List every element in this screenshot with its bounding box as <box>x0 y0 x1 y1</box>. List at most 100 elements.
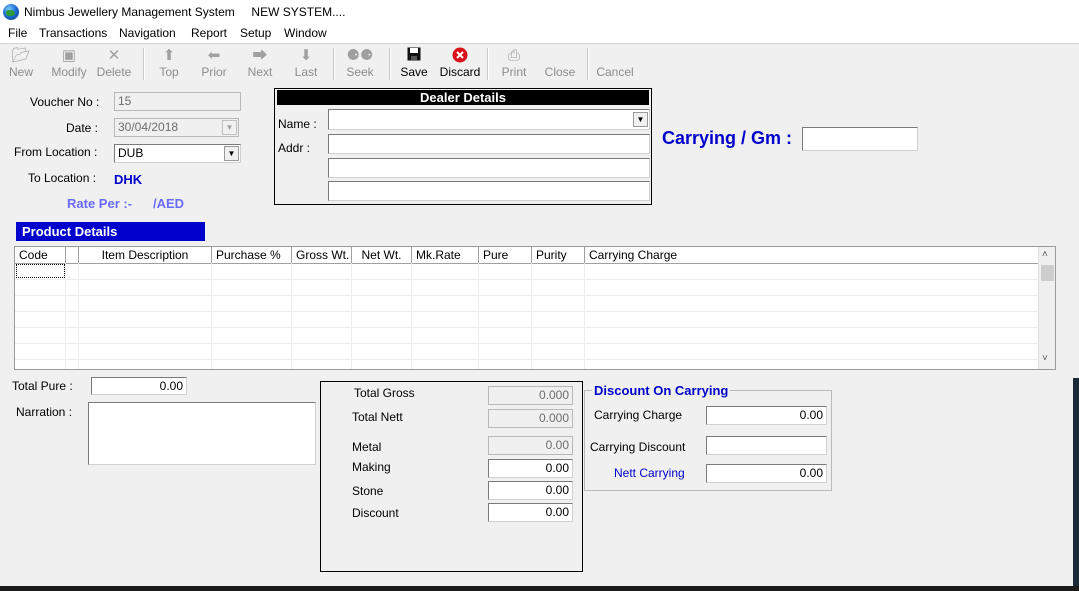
total-gross-field[interactable]: 0.000 <box>488 386 573 405</box>
col-mk-rate[interactable]: Mk.Rate <box>412 247 479 263</box>
narration-textarea[interactable] <box>88 402 316 465</box>
dealer-addr-label: Addr : <box>278 141 311 155</box>
last-button[interactable]: ⬇︎ Last <box>283 47 329 81</box>
background-edge <box>0 586 1079 591</box>
col-item-description[interactable]: Item Description <box>79 247 212 263</box>
print-button[interactable]: ⎙ Print <box>491 47 537 81</box>
close-button[interactable]: Close <box>537 47 583 81</box>
next-button[interactable]: ⮕ Next <box>237 47 283 81</box>
making-label: Making <box>352 460 391 474</box>
delete-button[interactable]: ✕ Delete <box>91 47 137 81</box>
toolbar-separator <box>333 48 335 80</box>
table-row <box>15 327 1039 328</box>
vertical-scrollbar[interactable]: ˄ ˅ <box>1038 247 1055 369</box>
x-icon: ✕ <box>107 47 121 64</box>
col-gross-wt[interactable]: Gross Wt. <box>292 247 352 263</box>
disk-edit-icon: ▣ <box>61 47 77 64</box>
total-nett-label: Total Nett <box>352 410 403 424</box>
date-value: 30/04/2018 <box>118 120 179 134</box>
carrying-charge-field[interactable]: 0.00 <box>706 406 827 425</box>
new-button[interactable]: 📂︎ New <box>0 47 44 81</box>
col-net-wt[interactable]: Net Wt. <box>352 247 412 263</box>
seek-button[interactable]: ⚈⚈ Seek <box>337 47 383 81</box>
dealer-address-line-2[interactable] <box>328 158 650 178</box>
table-row <box>15 359 1039 360</box>
discard-button[interactable]: Discard <box>437 47 483 81</box>
top-button[interactable]: ⬆︎ Top <box>146 47 192 81</box>
modify-button[interactable]: ▣ Modify <box>46 47 92 81</box>
menu-window[interactable]: Window <box>284 26 327 40</box>
floppy-disk-icon <box>391 47 437 65</box>
chevron-down-icon[interactable]: ▼ <box>633 112 648 127</box>
carrying-per-gm-label: Carrying / Gm : <box>662 128 793 148</box>
menu-file[interactable]: File <box>8 26 27 40</box>
dealer-address-line-3[interactable] <box>328 181 650 201</box>
scroll-thumb[interactable] <box>1041 265 1054 281</box>
narration-label: Narration : <box>16 405 73 419</box>
col-code[interactable]: Code <box>15 247 66 263</box>
save-button[interactable]: Save <box>391 47 437 81</box>
col-spacer <box>66 247 79 263</box>
dealer-details-header: Dealer Details <box>277 90 649 105</box>
rate-per-label: Rate Per :- <box>67 196 133 211</box>
arrow-right-icon: ⮕ <box>252 47 268 64</box>
table-row <box>15 279 1039 280</box>
background-edge <box>1073 378 1079 591</box>
arrow-down-icon: ⬇︎ <box>299 47 313 64</box>
discard-red-x-icon <box>437 47 483 65</box>
carrying-discount-label: Carrying Discount <box>590 440 686 454</box>
arrow-left-icon: ⬅︎ <box>207 47 221 64</box>
dealer-address-line-1[interactable] <box>328 134 650 154</box>
toolbar-separator <box>587 48 589 80</box>
product-details-header: Product Details <box>16 222 205 241</box>
col-carrying-charge[interactable]: Carrying Charge <box>585 247 1039 263</box>
chevron-down-icon[interactable]: ▼ <box>224 146 239 161</box>
printer-icon: ⎙ <box>507 47 520 64</box>
discount-on-carrying-group: Carrying Charge 0.00 Carrying Discount N… <box>584 390 832 491</box>
dealer-name-label: Name : <box>278 117 317 131</box>
total-pure-field[interactable]: 0.00 <box>91 377 187 395</box>
toolbar-separator <box>487 48 489 80</box>
col-purity[interactable]: Purity <box>532 247 585 263</box>
date-field[interactable]: 30/04/2018 ▼ <box>114 118 239 137</box>
col-pure[interactable]: Pure <box>479 247 532 263</box>
binoculars-icon: ⚈⚈ <box>346 47 374 64</box>
nett-carrying-field[interactable]: 0.00 <box>706 464 827 483</box>
product-grid[interactable]: Code Item Description Purchase % Gross W… <box>14 246 1056 370</box>
voucher-no-field[interactable]: 15 <box>114 92 241 111</box>
menu-navigation[interactable]: Navigation <box>119 26 176 40</box>
metal-field[interactable]: 0.00 <box>488 436 573 455</box>
total-gross-label: Total Gross <box>354 386 415 400</box>
cancel-button[interactable]: Cancel <box>592 47 638 81</box>
focused-cell[interactable] <box>16 264 65 278</box>
date-label: Date : <box>66 121 99 135</box>
making-field[interactable]: 0.00 <box>488 459 573 478</box>
from-location-select[interactable]: DUB ▼ <box>114 144 241 163</box>
rate-unit: /AED <box>153 196 185 211</box>
chevron-down-icon[interactable]: ▼ <box>222 120 237 135</box>
dealer-name-select[interactable]: ▼ <box>328 109 650 130</box>
toolbar: 📂︎ New ▣ Modify ✕ Delete ⬆︎ Top ⬅︎ Prior… <box>0 44 1079 84</box>
window-title: Nimbus Jewellery Management System NEW S… <box>24 5 346 19</box>
menu-transactions[interactable]: Transactions <box>39 26 107 40</box>
menu-report[interactable]: Report <box>191 26 227 40</box>
total-nett-field[interactable]: 0.000 <box>488 409 573 428</box>
discount-field[interactable]: 0.00 <box>488 503 573 522</box>
prior-button[interactable]: ⬅︎ Prior <box>191 47 237 81</box>
menu-setup[interactable]: Setup <box>240 26 271 40</box>
nett-carrying-label: Nett Carrying <box>614 466 685 480</box>
app-globe-icon <box>3 4 19 20</box>
table-row <box>15 295 1039 296</box>
carrying-discount-field[interactable] <box>706 436 827 455</box>
table-row <box>15 343 1039 344</box>
from-location-value: DUB <box>118 146 144 160</box>
scroll-up-icon[interactable]: ˄ <box>1042 249 1048 260</box>
toolbar-separator <box>143 48 145 80</box>
carrying-per-gm-field[interactable] <box>802 127 918 151</box>
discount-label: Discount <box>352 506 399 520</box>
to-location-value: DHK <box>114 172 143 187</box>
scroll-down-icon[interactable]: ˅ <box>1042 353 1048 364</box>
stone-field[interactable]: 0.00 <box>488 481 573 500</box>
totals-panel: Total Gross 0.000 Total Nett 0.000 Metal… <box>320 381 583 572</box>
col-purchase-pct[interactable]: Purchase % <box>212 247 292 263</box>
